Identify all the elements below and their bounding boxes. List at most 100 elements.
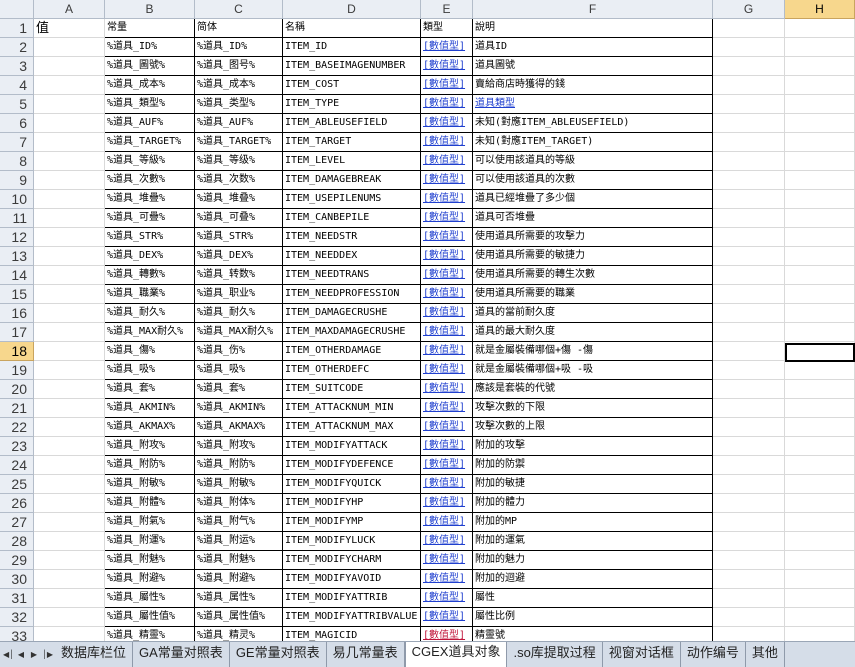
type-link[interactable]: [數值型]	[423, 573, 465, 584]
cell-d20[interactable]: ITEM_SUITCODE	[283, 380, 421, 399]
cell-d24[interactable]: ITEM_MODIFYDEFENCE	[283, 456, 421, 475]
cell-a30[interactable]	[34, 570, 105, 589]
row-header-14[interactable]: 14	[0, 266, 34, 285]
cell-f20[interactable]: 應該是套裝的代號	[473, 380, 713, 399]
row-header-28[interactable]: 28	[0, 532, 34, 551]
cell-a3[interactable]	[34, 57, 105, 76]
cell-d7[interactable]: ITEM_TARGET	[283, 133, 421, 152]
type-link[interactable]: [數值型]	[423, 174, 465, 185]
row-header-13[interactable]: 13	[0, 247, 34, 266]
cell-f21[interactable]: 攻擊次數的下限	[473, 399, 713, 418]
cell-h16[interactable]	[785, 304, 855, 323]
cell-g1[interactable]	[713, 19, 785, 38]
type-link[interactable]: [數值型]	[423, 117, 465, 128]
cell-f15[interactable]: 使用道具所需要的職業	[473, 285, 713, 304]
cell-d27[interactable]: ITEM_MODIFYMP	[283, 513, 421, 532]
cell-g32[interactable]	[713, 608, 785, 627]
row-header-15[interactable]: 15	[0, 285, 34, 304]
type-link[interactable]: [數值型]	[423, 383, 465, 394]
cell-e29[interactable]: [數值型]	[421, 551, 473, 570]
cell-h22[interactable]	[785, 418, 855, 437]
type-link[interactable]: [數值型]	[423, 592, 465, 603]
cell-g24[interactable]	[713, 456, 785, 475]
row-header-24[interactable]: 24	[0, 456, 34, 475]
cell-f8[interactable]: 可以使用該道具的等級	[473, 152, 713, 171]
cell-f3[interactable]: 道具圖號	[473, 57, 713, 76]
cell-g31[interactable]	[713, 589, 785, 608]
next-sheet-icon[interactable]: ▶	[29, 645, 39, 665]
row-header-2[interactable]: 2	[0, 38, 34, 57]
cell-b2[interactable]: %道具_ID%	[105, 38, 195, 57]
type-link[interactable]: [數值型]	[423, 535, 465, 546]
cell-a14[interactable]	[34, 266, 105, 285]
cell-a25[interactable]	[34, 475, 105, 494]
cell-d23[interactable]: ITEM_MODIFYATTACK	[283, 437, 421, 456]
cell-h27[interactable]	[785, 513, 855, 532]
cell-g19[interactable]	[713, 361, 785, 380]
cell-g7[interactable]	[713, 133, 785, 152]
cell-d26[interactable]: ITEM_MODIFYHP	[283, 494, 421, 513]
cell-f23[interactable]: 附加的攻擊	[473, 437, 713, 456]
type-link[interactable]: [數值型]	[423, 630, 465, 641]
cell-b32[interactable]: %道具_屬性值%	[105, 608, 195, 627]
row-header-21[interactable]: 21	[0, 399, 34, 418]
cell-c20[interactable]: %道具_套%	[195, 380, 283, 399]
cell-c3[interactable]: %道具_图号%	[195, 57, 283, 76]
cell-g11[interactable]	[713, 209, 785, 228]
cell-c7[interactable]: %道具_TARGET%	[195, 133, 283, 152]
cell-c2[interactable]: %道具_ID%	[195, 38, 283, 57]
cell-a15[interactable]	[34, 285, 105, 304]
cell-b33[interactable]: %道具_精靈%	[105, 627, 195, 641]
row-header-33[interactable]: 33	[0, 627, 34, 641]
type-link[interactable]: [數值型]	[423, 554, 465, 565]
cell-f12[interactable]: 使用道具所需要的攻擊力	[473, 228, 713, 247]
cell-g3[interactable]	[713, 57, 785, 76]
cell-d25[interactable]: ITEM_MODIFYQUICK	[283, 475, 421, 494]
type-link[interactable]: [數值型]	[423, 402, 465, 413]
cell-d18[interactable]: ITEM_OTHERDAMAGE	[283, 342, 421, 361]
cell-c8[interactable]: %道具_等级%	[195, 152, 283, 171]
cell-b7[interactable]: %道具_TARGET%	[105, 133, 195, 152]
cell-b10[interactable]: %道具_堆疊%	[105, 190, 195, 209]
cell-e23[interactable]: [數值型]	[421, 437, 473, 456]
cell-f17[interactable]: 道具的最大耐久度	[473, 323, 713, 342]
sheet-tab-8[interactable]: 动作编号	[681, 642, 746, 667]
description-link[interactable]: 道具類型	[475, 98, 515, 109]
cell-c19[interactable]: %道具_吸%	[195, 361, 283, 380]
row-header-17[interactable]: 17	[0, 323, 34, 342]
type-link[interactable]: [數值型]	[423, 611, 465, 622]
cell-d33[interactable]: ITEM_MAGICID	[283, 627, 421, 641]
row-header-29[interactable]: 29	[0, 551, 34, 570]
cell-b27[interactable]: %道具_附氣%	[105, 513, 195, 532]
cell-c4[interactable]: %道具_成本%	[195, 76, 283, 95]
cell-e9[interactable]: [數值型]	[421, 171, 473, 190]
cell-e21[interactable]: [數值型]	[421, 399, 473, 418]
cell-f28[interactable]: 附加的運氣	[473, 532, 713, 551]
type-link[interactable]: [數值型]	[423, 155, 465, 166]
cell-f13[interactable]: 使用道具所需要的敏捷力	[473, 247, 713, 266]
type-link[interactable]: [數值型]	[423, 231, 465, 242]
type-link[interactable]: [數值型]	[423, 212, 465, 223]
cell-a20[interactable]	[34, 380, 105, 399]
row-header-8[interactable]: 8	[0, 152, 34, 171]
type-link[interactable]: [數值型]	[423, 421, 465, 432]
cell-c12[interactable]: %道具_STR%	[195, 228, 283, 247]
cell-h12[interactable]	[785, 228, 855, 247]
cell-h1[interactable]	[785, 19, 855, 38]
cell-g15[interactable]	[713, 285, 785, 304]
type-link[interactable]: [數值型]	[423, 478, 465, 489]
cell-d31[interactable]: ITEM_MODIFYATTRIB	[283, 589, 421, 608]
cell-d11[interactable]: ITEM_CANBEPILE	[283, 209, 421, 228]
cell-c14[interactable]: %道具_转数%	[195, 266, 283, 285]
cell-c24[interactable]: %道具_附防%	[195, 456, 283, 475]
cell-d10[interactable]: ITEM_USEPILENUMS	[283, 190, 421, 209]
cell-e27[interactable]: [數值型]	[421, 513, 473, 532]
cell-b9[interactable]: %道具_次數%	[105, 171, 195, 190]
cell-e22[interactable]: [數值型]	[421, 418, 473, 437]
cell-g10[interactable]	[713, 190, 785, 209]
type-link[interactable]: [數值型]	[423, 326, 465, 337]
cell-b28[interactable]: %道具_附運%	[105, 532, 195, 551]
row-header-5[interactable]: 5	[0, 95, 34, 114]
cell-c26[interactable]: %道具_附体%	[195, 494, 283, 513]
cell-g17[interactable]	[713, 323, 785, 342]
